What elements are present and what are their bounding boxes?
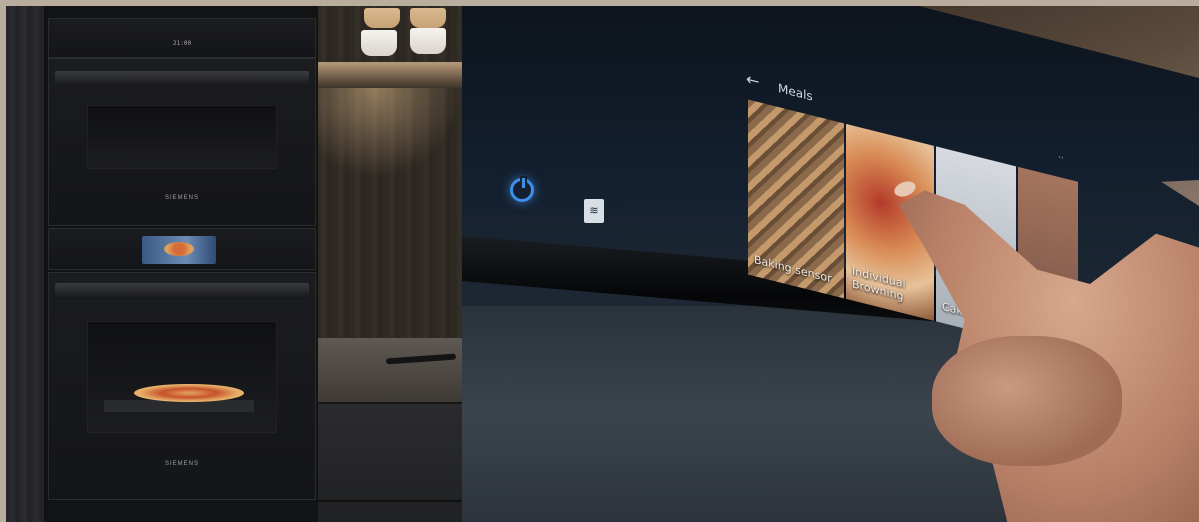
- brand-logo: SIEMENS: [164, 195, 199, 201]
- shelf-light: [318, 88, 462, 178]
- oven-handle: [55, 283, 309, 299]
- menu-icon[interactable]: ≋: [584, 199, 604, 223]
- oven-column: 21:00 SIEMENS SIEMENS: [44, 6, 318, 522]
- lower-cabinet: [318, 402, 462, 522]
- meal-tile[interactable]: Baking sensor: [748, 99, 844, 299]
- meal-tile-label: Baking sensor: [754, 252, 832, 286]
- status-bar: ··: [1058, 152, 1064, 165]
- pizza: [134, 384, 244, 402]
- brand-logo: SIEMENS: [164, 461, 199, 467]
- oven-window: [87, 105, 277, 169]
- back-arrow-icon[interactable]: ←: [746, 69, 759, 91]
- ovens-kitchen-photo: 21:00 SIEMENS SIEMENS: [6, 6, 462, 522]
- worktop: [318, 338, 462, 402]
- upper-oven: SIEMENS: [48, 58, 316, 226]
- power-icon[interactable]: [510, 176, 534, 202]
- cup: [364, 8, 400, 28]
- shelf: [318, 62, 462, 88]
- hand-knuckle: [932, 336, 1122, 466]
- cup: [410, 8, 446, 28]
- wood-panel: [6, 6, 44, 522]
- cup: [410, 28, 446, 54]
- cup: [361, 30, 397, 56]
- oven-window: [87, 321, 277, 433]
- meal-tile-label: Individual Browning: [852, 264, 906, 304]
- clock-display: 21:00: [173, 40, 192, 47]
- touch-display-photo: ≋ ← Meals ·· Baking sensor Individual Br…: [462, 6, 1199, 522]
- oven-display: [142, 236, 216, 264]
- screen-title: Meals: [778, 80, 813, 104]
- oven-handle: [55, 71, 309, 87]
- control-panel-upper: 21:00: [48, 18, 316, 58]
